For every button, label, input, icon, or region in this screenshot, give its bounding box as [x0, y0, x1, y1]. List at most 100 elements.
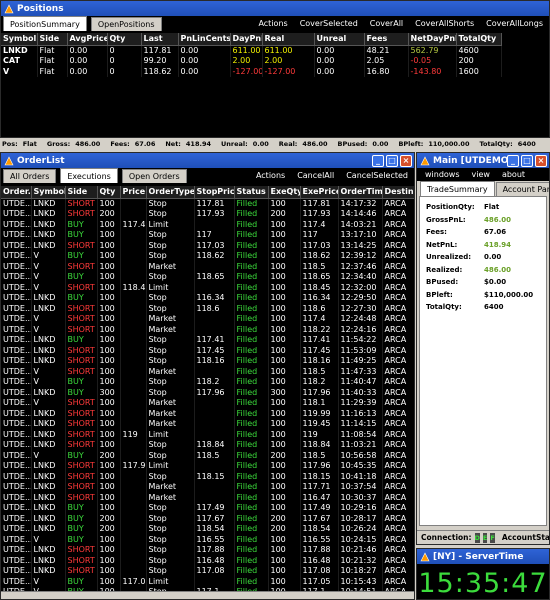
order-row[interactable]: UTDE... LNKD SHORT 100 Stop 118.16 Filled 100 11… [1, 355, 414, 366]
order-row[interactable]: UTDE... V BUY 100 Stop 118.62 Filled 100 118.62 1… [1, 250, 414, 261]
column-header[interactable]: Side [37, 33, 68, 46]
column-header[interactable]: Last [141, 33, 179, 46]
minimize-icon[interactable]: _ [372, 154, 384, 167]
order-row[interactable]: UTDE... LNKD BUY 100 Stop 117.41 Filled 100 117.… [1, 334, 414, 345]
order-row[interactable]: UTDE... V BUY 100 Stop 118.65 Filled 100 118.65 1… [1, 271, 414, 282]
column-header[interactable]: Unreal [314, 33, 365, 46]
orders-horizontal-scrollbar[interactable] [1, 591, 414, 599]
order-row[interactable]: UTDE... V SHORT 100 Market Filled 100 118.5 11:4… [1, 366, 414, 377]
cover-all-longs-button[interactable]: CoverAllLongs [480, 19, 549, 28]
column-header[interactable]: DayPnL [230, 33, 263, 46]
order-row[interactable]: UTDE... LNKD SHORT 100 Market Filled 100 119.45… [1, 418, 414, 429]
order-cell: LNKD [31, 292, 66, 303]
order-cell: 118.16 [194, 355, 235, 366]
order-row[interactable]: UTDE... LNKD SHORT 100 Stop 117.03 Filled 100 11… [1, 240, 414, 251]
order-row[interactable]: UTDE...VBUY100117.05LimitFilled100117.05… [1, 576, 414, 587]
column-header[interactable]: OrderTime [338, 186, 383, 199]
order-row[interactable]: UTDE... LNKD SHORT 100 Stop 117.45 Filled 100 11… [1, 345, 414, 356]
cancel-all-button[interactable]: CancelAll [291, 171, 340, 180]
order-row[interactable]: UTDE... V SHORT 100 Market Filled 100 118.1 11:2… [1, 397, 414, 408]
order-row[interactable]: UTDE... V SHORT 100 Market Filled 100 118.5 12:3… [1, 261, 414, 272]
menu-windows[interactable]: windows [425, 170, 460, 179]
order-row[interactable]: UTDE...LNKDSHORT100117.96LimitFilled1001… [1, 460, 414, 471]
tab-account-parameters[interactable]: Account Parameters [495, 182, 549, 196]
column-header[interactable]: NetDayPnL [408, 33, 457, 46]
column-header[interactable]: Real [262, 33, 315, 46]
close-icon[interactable]: × [400, 154, 412, 167]
cancel-selected-button[interactable]: CancelSelected [340, 171, 414, 180]
column-header[interactable]: Destin... [382, 186, 414, 199]
order-row[interactable]: UTDE... LNKD SHORT 100 Stop 117.88 Filled 100 11… [1, 544, 414, 555]
order-row[interactable]: UTDE... LNKD SHORT 100 Stop 118.6 Filled 100 118… [1, 303, 414, 314]
order-cell: 100 [97, 439, 121, 450]
main-titlebar[interactable]: Main [UTDEMOQ371] _ □ × [417, 153, 549, 168]
column-header[interactable]: Qty [107, 33, 142, 46]
order-row[interactable]: UTDE... LNKD SHORT 200 Stop 117.93 Filled 200 11… [1, 208, 414, 219]
menu-about[interactable]: about [502, 170, 525, 179]
maximize-icon[interactable]: □ [386, 154, 398, 167]
column-header[interactable]: StopPrice [194, 186, 235, 199]
order-row[interactable]: UTDE... LNKD BUY 300 Stop 117.96 Filled 300 117.… [1, 387, 414, 398]
position-row[interactable]: CAT Flat 0.00 0 99.20 0.00 2.00 2.00 0.00 2.05 -0.… [1, 55, 502, 66]
server-time-titlebar[interactable]: [NY] - ServerTime [417, 549, 549, 564]
column-header[interactable]: PnLinCents [178, 33, 231, 46]
tab-executions[interactable]: Executions [60, 168, 118, 183]
minimize-icon[interactable]: _ [507, 154, 519, 167]
position-cell: 2.05 [364, 55, 409, 66]
positions-titlebar[interactable]: Positions [1, 1, 549, 16]
tab-all-orders[interactable]: All Orders [3, 169, 57, 183]
column-header[interactable]: ExeQty [268, 186, 301, 199]
order-row[interactable]: UTDE... LNKD BUY 100 Stop 117 Filled 100 117 13:1… [1, 229, 414, 240]
order-row[interactable]: UTDE... LNKD BUY 200 Stop 118.54 Filled 200 118.… [1, 523, 414, 534]
order-row[interactable]: UTDE... LNKD SHORT 100 Stop 116.48 Filled 100 11… [1, 555, 414, 566]
cover-all-shorts-button[interactable]: CoverAllShorts [409, 19, 480, 28]
column-header[interactable]: Symbol [31, 186, 66, 199]
order-row[interactable]: UTDE... V SHORT 100 Market Filled 100 118.22 12:… [1, 324, 414, 335]
order-row[interactable]: UTDE... LNKD BUY 100 Stop 116.34 Filled 100 116.… [1, 292, 414, 303]
tab-open-orders[interactable]: Open Orders [121, 169, 187, 183]
column-header[interactable]: Symbol [1, 33, 38, 46]
maximize-icon[interactable]: □ [521, 154, 533, 167]
column-header[interactable]: Order... [1, 186, 32, 199]
close-icon[interactable]: × [535, 154, 547, 167]
order-row[interactable]: UTDE... LNKD BUY 200 Stop 117.67 Filled 200 117.… [1, 513, 414, 524]
column-header[interactable]: AvgPrice [67, 33, 108, 46]
order-row[interactable]: UTDE... LNKD SHORT 100 Stop 117.08 Filled 100 11… [1, 565, 414, 576]
order-row[interactable]: UTDE...VSHORT100118.45LimitFilled100118.… [1, 282, 414, 293]
order-row[interactable]: UTDE... LNKD SHORT 100 Market Filled 100 116.47… [1, 492, 414, 503]
column-header[interactable]: Side [65, 186, 98, 199]
column-header[interactable]: Status [234, 186, 269, 199]
actions-menu[interactable]: Actions [252, 19, 293, 28]
order-row[interactable]: UTDE... V BUY 100 Stop 116.55 Filled 100 116.55 1… [1, 534, 414, 545]
column-header[interactable]: Qty [97, 186, 121, 199]
order-row[interactable]: UTDE... LNKD BUY 100 117.4 Limit Filled 100 117.… [1, 219, 414, 230]
order-row[interactable]: UTDE... LNKD SHORT 100 Market Filled 100 117.71… [1, 481, 414, 492]
order-row[interactable]: UTDE... V BUY 200 Stop 118.5 Filled 200 118.5 10:… [1, 450, 414, 461]
order-row[interactable]: UTDE... V SHORT 100 Market Filled 100 117.4 12:2… [1, 313, 414, 324]
order-row[interactable]: UTDE... LNKD SHORT 100 119 Limit Filled 100 119 1… [1, 429, 414, 440]
order-row[interactable]: UTDE... LNKD SHORT 100 Stop 117.81 Filled 100 11… [1, 198, 414, 209]
column-header[interactable]: Price [120, 186, 147, 199]
order-row[interactable]: UTDE... LNKD SHORT 100 Market Filled 100 119.99… [1, 408, 414, 419]
order-cell: 117.96 [300, 387, 339, 398]
tab-position-summary[interactable]: PositionSummary [3, 16, 87, 31]
cover-selected-button[interactable]: CoverSelected [294, 19, 364, 28]
order-cell: 200 [97, 523, 121, 534]
tab-open-positions[interactable]: OpenPositions [90, 17, 162, 31]
orderlist-titlebar[interactable]: OrderList _ □ × [1, 153, 414, 168]
column-header[interactable]: Fees [364, 33, 409, 46]
position-cell: 48.21 [364, 45, 409, 56]
position-row[interactable]: LNKD Flat 0.00 0 117.81 0.00 611.00 611.00 0.00 4… [1, 45, 502, 56]
order-row[interactable]: UTDE... LNKD BUY 100 Stop 117.49 Filled 100 117.… [1, 502, 414, 513]
order-row[interactable]: UTDE... LNKD SHORT 100 Stop 118.15 Filled 100 11… [1, 471, 414, 482]
column-header[interactable]: TotalQty [456, 33, 502, 46]
position-row[interactable]: V Flat 0.00 0 118.62 0.00 -127.00 -127.00 0.00 16… [1, 66, 502, 77]
menu-view[interactable]: view [472, 170, 490, 179]
order-row[interactable]: UTDE... V BUY 100 Stop 118.2 Filled 100 118.2 11:… [1, 376, 414, 387]
cover-all-button[interactable]: CoverAll [364, 19, 409, 28]
column-header[interactable]: ExePrice [300, 186, 339, 199]
tab-trade-summary[interactable]: TradeSummary [420, 181, 495, 196]
column-header[interactable]: OrderType [146, 186, 195, 199]
order-row[interactable]: UTDE... LNKD SHORT 100 Stop 118.84 Filled 100 11… [1, 439, 414, 450]
actions-menu[interactable]: Actions [250, 171, 291, 180]
